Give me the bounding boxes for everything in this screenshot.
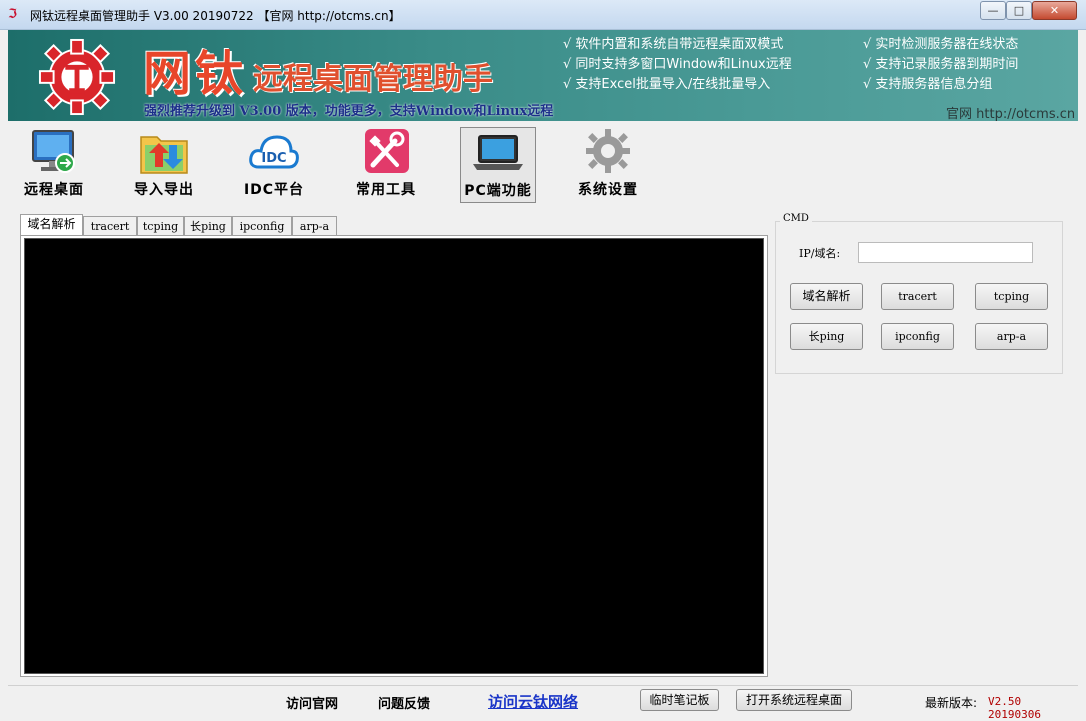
- toolbar-idc-platform[interactable]: IDC IDC平台: [236, 127, 312, 203]
- ip-domain-label: IP/域名:: [799, 247, 841, 260]
- feedback-link[interactable]: 问题反馈: [378, 693, 430, 712]
- brand-main: 网钛: [143, 46, 248, 102]
- arp-a-button[interactable]: arp-a: [975, 323, 1048, 350]
- main-toolbar: 远程桌面 导入导出 IDC IDC平台 常用工具 PC端功能 系统设置: [8, 121, 1078, 206]
- feature-item: √ 支持记录服务器到期时间: [863, 57, 1019, 72]
- ip-domain-input[interactable]: [858, 242, 1033, 263]
- tab-tracert[interactable]: tracert: [83, 216, 137, 236]
- toolbar-label: 系统设置: [578, 182, 638, 198]
- feature-item: √ 支持Excel批量导入/在线批量导入: [563, 77, 771, 92]
- feature-list-right: √ 实时检测服务器在线状态 √ 支持记录服务器到期时间 √ 支持服务器信息分组: [863, 35, 1018, 95]
- tab-long-ping[interactable]: 长ping: [184, 216, 232, 236]
- brand-logo-icon: [38, 38, 116, 116]
- gear-icon: [586, 129, 630, 173]
- tab-tcping[interactable]: tcping: [137, 216, 184, 236]
- maximize-button[interactable]: □: [1006, 1, 1032, 20]
- latest-version-value: V2.50 20190306: [988, 695, 1041, 721]
- remote-desktop-icon: [32, 130, 75, 173]
- feature-item: √ 实时检测服务器在线状态: [863, 37, 1019, 52]
- cmd-group-title: CMD: [780, 213, 812, 224]
- toolbar-label: 常用工具: [356, 182, 416, 198]
- toolbar-pc-functions[interactable]: PC端功能: [460, 127, 536, 203]
- feature-item: √ 同时支持多窗口Window和Linux远程: [563, 57, 792, 72]
- toolbar-system-settings[interactable]: 系统设置: [570, 127, 646, 203]
- banner: 网钛 远程桌面管理助手 强烈推荐升级到 V3.00 版本，功能更多，支持Wind…: [8, 30, 1078, 121]
- feature-item: √ 支持服务器信息分组: [863, 77, 993, 92]
- visit-site-link[interactable]: 访问官网: [286, 693, 338, 712]
- latest-version-label: 最新版本:: [925, 696, 978, 710]
- minimize-button[interactable]: —: [980, 1, 1006, 20]
- open-remote-desktop-button[interactable]: 打开系统远程桌面: [736, 689, 852, 711]
- idc-icon-text: IDC: [261, 151, 286, 166]
- official-site-text: 官网 http://otcms.cn: [946, 107, 1076, 121]
- feature-item: √ 软件内置和系统自带远程桌面双模式: [563, 37, 784, 52]
- long-ping-button[interactable]: 长ping: [790, 323, 863, 350]
- idc-cloud-icon: IDC: [249, 135, 299, 169]
- laptop-icon: [473, 135, 523, 170]
- app-icon: ℑ: [8, 7, 18, 22]
- toolbar-label: IDC平台: [243, 182, 305, 198]
- toolbar-label: 导入导出: [134, 182, 194, 198]
- cloud-network-link[interactable]: 访问云钛网络: [488, 691, 578, 712]
- console-output[interactable]: [24, 238, 764, 674]
- tagline: 强烈推荐升级到 V3.00 版本，功能更多，支持Window和Linux远程: [144, 104, 554, 119]
- toolbar-common-tools[interactable]: 常用工具: [348, 127, 424, 203]
- tools-icon: [365, 129, 409, 173]
- tracert-button[interactable]: tracert: [881, 283, 954, 310]
- import-export-icon: [140, 136, 188, 174]
- domain-resolve-button[interactable]: 域名解析: [790, 283, 863, 310]
- tab-panel: [20, 235, 768, 677]
- toolbar-import-export[interactable]: 导入导出: [126, 127, 202, 203]
- toolbar-label: 远程桌面: [24, 182, 84, 198]
- brand-sub: 远程桌面管理助手: [253, 62, 493, 97]
- tab-arp-a[interactable]: arp-a: [292, 216, 337, 236]
- tab-domain-resolve[interactable]: 域名解析: [20, 214, 83, 236]
- tcping-button[interactable]: tcping: [975, 283, 1048, 310]
- tab-ipconfig[interactable]: ipconfig: [232, 216, 292, 236]
- feature-list-left: √ 软件内置和系统自带远程桌面双模式 √ 同时支持多窗口Window和Linux…: [563, 35, 792, 95]
- window-title: 网钛远程桌面管理助手 V3.00 20190722 【官网 http://otc…: [30, 9, 401, 23]
- title-bar: ℑ 网钛远程桌面管理助手 V3.00 20190722 【官网 http://o…: [0, 0, 1086, 30]
- toolbar-label: PC端功能: [464, 183, 532, 199]
- status-bar: 访问官网 问题反馈 访问云钛网络 临时笔记板 打开系统远程桌面 最新版本: V2…: [8, 685, 1078, 721]
- toolbar-remote-desktop[interactable]: 远程桌面: [16, 127, 92, 203]
- close-button[interactable]: ✕: [1032, 1, 1077, 20]
- ipconfig-button[interactable]: ipconfig: [881, 323, 954, 350]
- notepad-button[interactable]: 临时笔记板: [640, 689, 719, 711]
